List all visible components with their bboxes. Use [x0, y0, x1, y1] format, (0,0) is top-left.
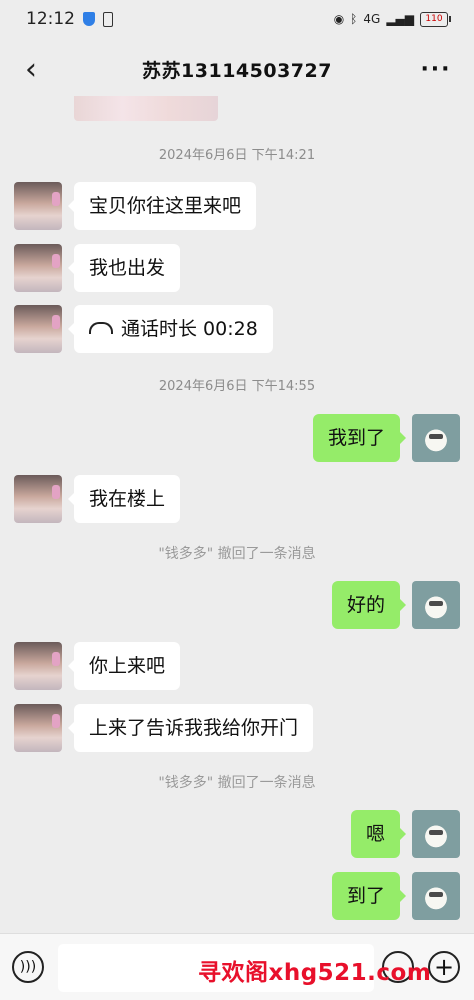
chat-header: ‹ 苏苏13114503727 ··· — [0, 38, 474, 100]
timestamp: 2024年6月6日 下午14:55 — [158, 379, 316, 394]
message-bubble[interactable]: 宝贝你往这里来吧 — [67, 182, 257, 230]
message-bubble[interactable]: 我也出发 — [67, 244, 181, 292]
contact-avatar[interactable] — [14, 475, 62, 523]
message-row: 我也出发 — [0, 244, 474, 292]
message-bubble[interactable]: 好的 — [331, 581, 407, 629]
message-row: 好的 — [0, 581, 474, 629]
message-row: 你上来吧 — [0, 642, 474, 690]
message-bubble[interactable]: 上来了告诉我我给你开门 — [67, 704, 314, 752]
contact-avatar[interactable] — [14, 244, 62, 292]
phone-status-icon — [103, 11, 113, 27]
message-bubble[interactable]: 到了 — [331, 872, 407, 920]
phone-handset-icon — [89, 321, 113, 334]
back-button[interactable]: ‹ — [14, 51, 48, 87]
network-type: 4G — [363, 12, 381, 26]
contact-avatar[interactable] — [14, 182, 62, 230]
status-right: ◉ ᛒ 4G ▂▄▆ 110 — [333, 11, 451, 27]
status-bar: 12:12 ◉ ᛒ 4G ▂▄▆ 110 — [0, 0, 474, 38]
more-icon: ··· — [420, 56, 452, 82]
voice-icon: ))) — [19, 959, 37, 975]
message-bubble[interactable]: 你上来吧 — [67, 642, 181, 690]
contact-avatar[interactable] — [14, 642, 62, 690]
own-avatar[interactable] — [412, 810, 460, 858]
chat-title: 苏苏13114503727 — [142, 59, 332, 82]
message-row: 到了 — [0, 872, 474, 920]
eye-icon: ◉ — [333, 12, 345, 26]
status-left: 12:12 — [26, 9, 113, 29]
more-functions-button[interactable]: + — [428, 951, 460, 983]
image-message-partial[interactable] — [74, 96, 218, 121]
bluetooth-icon: ᛒ — [350, 12, 358, 26]
recall-notice: "钱多多" 撤回了一条消息 — [158, 546, 316, 562]
call-duration-text: 通话时长 00:28 — [121, 318, 258, 340]
own-avatar[interactable] — [412, 414, 460, 462]
watermark: 寻欢阁xhg521.com — [198, 960, 432, 986]
call-record-bubble[interactable]: 通话时长 00:28 — [68, 305, 273, 353]
shield-icon — [83, 12, 95, 26]
message-row: 上来了告诉我我给你开门 — [0, 704, 474, 752]
recall-notice: "钱多多" 撤回了一条消息 — [158, 775, 316, 791]
timestamp: 2024年6月6日 下午14:21 — [158, 148, 316, 163]
own-avatar[interactable] — [412, 872, 460, 920]
message-bubble[interactable]: 我到了 — [312, 414, 407, 462]
more-options-button[interactable]: ··· — [416, 52, 456, 86]
plus-icon: + — [433, 953, 455, 981]
contact-avatar[interactable] — [14, 305, 62, 353]
battery-icon: 110 — [420, 11, 451, 27]
status-time: 12:12 — [26, 9, 75, 29]
message-row: 我在楼上 — [0, 475, 474, 523]
contact-avatar[interactable] — [14, 704, 62, 752]
message-bubble[interactable]: 我在楼上 — [67, 475, 181, 523]
message-bubble[interactable]: 嗯 — [350, 810, 407, 858]
own-avatar[interactable] — [412, 581, 460, 629]
chevron-left-icon: ‹ — [25, 51, 37, 87]
voice-input-button[interactable]: ))) — [12, 951, 44, 983]
message-row: 通话时长 00:28 — [0, 305, 474, 353]
message-row: 我到了 — [0, 414, 474, 462]
message-row: 宝贝你往这里来吧 — [0, 182, 474, 230]
signal-icon: ▂▄▆ — [386, 12, 414, 26]
message-row: 嗯 — [0, 810, 474, 858]
